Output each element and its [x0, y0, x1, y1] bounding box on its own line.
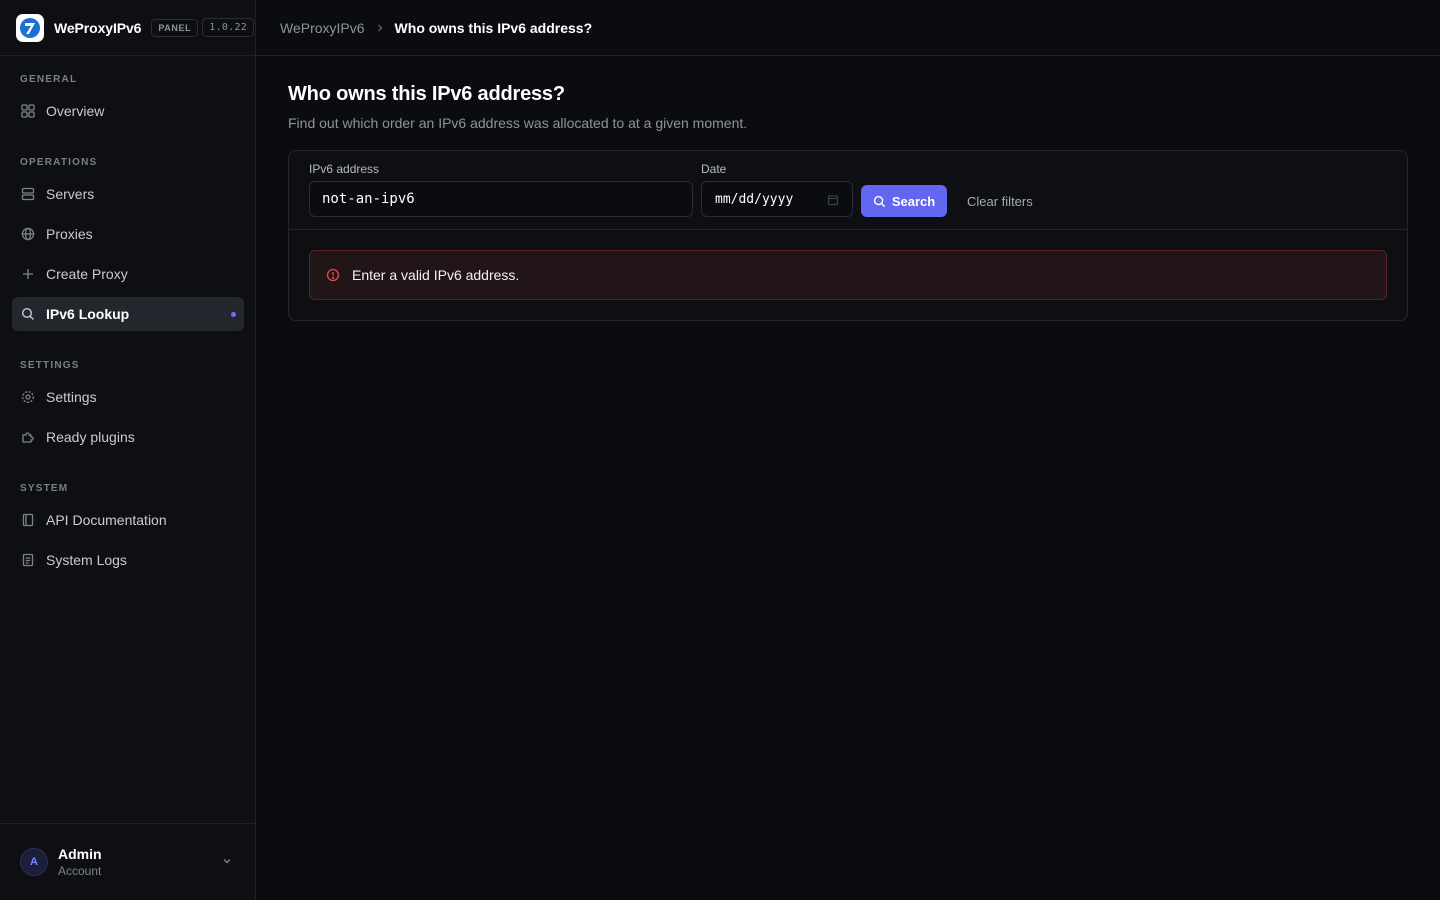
breadcrumb: WeProxyIPv6 Who owns this IPv6 address? [280, 20, 592, 36]
panel-badge: PANEL [151, 18, 199, 37]
error-alert: Enter a valid IPv6 address. [309, 250, 1387, 300]
date-input[interactable]: mm/dd/yyyy [701, 181, 853, 217]
sidebar-item-label: Servers [46, 186, 95, 202]
main-content: Who owns this IPv6 address? Find out whi… [288, 56, 1408, 321]
ipv6-label: IPv6 address [309, 162, 380, 176]
chevron-down-icon[interactable] [221, 854, 233, 872]
search-button[interactable]: Search [861, 185, 947, 217]
nav-section-system: SYSTEM API Documentation System Logs [0, 482, 256, 577]
filter-bar: IPv6 address Date mm/dd/yyyy Search Clea… [289, 151, 1407, 230]
date-label: Date [701, 162, 727, 176]
sidebar-item-system-logs[interactable]: System Logs [12, 543, 244, 577]
brand-logo-icon[interactable] [16, 13, 44, 42]
sidebar-item-label: Proxies [46, 226, 93, 242]
sidebar-item-proxies[interactable]: Proxies [12, 217, 244, 251]
error-message: Enter a valid IPv6 address. [352, 267, 520, 283]
ipv6-input[interactable] [309, 181, 693, 217]
plus-icon [20, 266, 36, 282]
sidebar-item-label: Create Proxy [46, 266, 128, 282]
sidebar-item-label: IPv6 Lookup [46, 306, 130, 322]
nav-heading: SYSTEM [20, 483, 69, 494]
sidebar-item-label: API Documentation [46, 512, 167, 528]
account-text: Admin Account [58, 846, 102, 879]
breadcrumb-current: Who owns this IPv6 address? [394, 19, 593, 36]
brand-header: WeProxyIPv6 PANEL 1.0.22 [0, 0, 255, 56]
nav-heading: SETTINGS [20, 360, 80, 371]
calendar-icon[interactable] [827, 193, 839, 211]
search-button-label: Search [891, 193, 936, 209]
sidebar-item-ready-plugins[interactable]: Ready plugins [12, 420, 244, 454]
topbar: WeProxyIPv6 Who owns this IPv6 address? [256, 0, 1440, 56]
book-icon [20, 512, 36, 528]
sidebar-item-overview[interactable]: Overview [12, 94, 244, 128]
search-icon [20, 306, 36, 322]
sidebar-item-create-proxy[interactable]: Create Proxy [12, 257, 244, 291]
puzzle-icon [20, 429, 36, 445]
file-icon [20, 552, 36, 568]
alert-circle-icon [326, 268, 340, 282]
breadcrumb-root-link[interactable]: WeProxyIPv6 [280, 20, 365, 36]
page-title: Who owns this IPv6 address? [288, 83, 565, 105]
sidebar-item-servers[interactable]: Servers [12, 177, 244, 211]
sidebar-item-ipv6-lookup[interactable]: IPv6 Lookup [12, 297, 244, 331]
clear-filters-button[interactable]: Clear filters [959, 185, 1041, 217]
sidebar-item-settings[interactable]: Settings [12, 380, 244, 414]
server-icon [20, 186, 36, 202]
nav-section-operations: OPERATIONS Servers Proxies Create Proxy … [0, 156, 256, 331]
nav-heading: GENERAL [20, 74, 78, 85]
grid-icon [20, 103, 36, 119]
error-container: Enter a valid IPv6 address. [289, 230, 1407, 320]
sidebar-item-label: Overview [46, 103, 105, 119]
avatar: A [20, 848, 48, 876]
globe-icon [20, 226, 36, 242]
sidebar-item-api-documentation[interactable]: API Documentation [12, 503, 244, 537]
brand-name: WeProxyIPv6 [54, 19, 142, 36]
gear-icon [20, 389, 36, 405]
sidebar-item-label: Settings [46, 389, 97, 405]
date-value: mm/dd/yyyy [715, 191, 794, 207]
sidebar-item-label: Ready plugins [46, 429, 135, 445]
chevron-right-icon [375, 23, 385, 33]
active-indicator-dot [231, 312, 236, 317]
version-badge: 1.0.22 [202, 18, 255, 37]
page-subtitle: Find out which order an IPv6 address was… [288, 115, 748, 131]
sidebar-item-label: System Logs [46, 552, 127, 568]
account-role: Account [58, 863, 102, 878]
lookup-card: IPv6 address Date mm/dd/yyyy Search Clea… [288, 150, 1408, 321]
sidebar: WeProxyIPv6 PANEL 1.0.22 GENERAL Overvie… [0, 0, 256, 900]
search-icon [873, 195, 886, 208]
account-menu[interactable]: A Admin Account [0, 823, 255, 900]
nav-heading: OPERATIONS [20, 157, 98, 168]
account-name: Admin [58, 845, 102, 862]
nav-section-general: GENERAL Overview [0, 73, 256, 128]
nav-section-settings: SETTINGS Settings Ready plugins [0, 359, 256, 454]
